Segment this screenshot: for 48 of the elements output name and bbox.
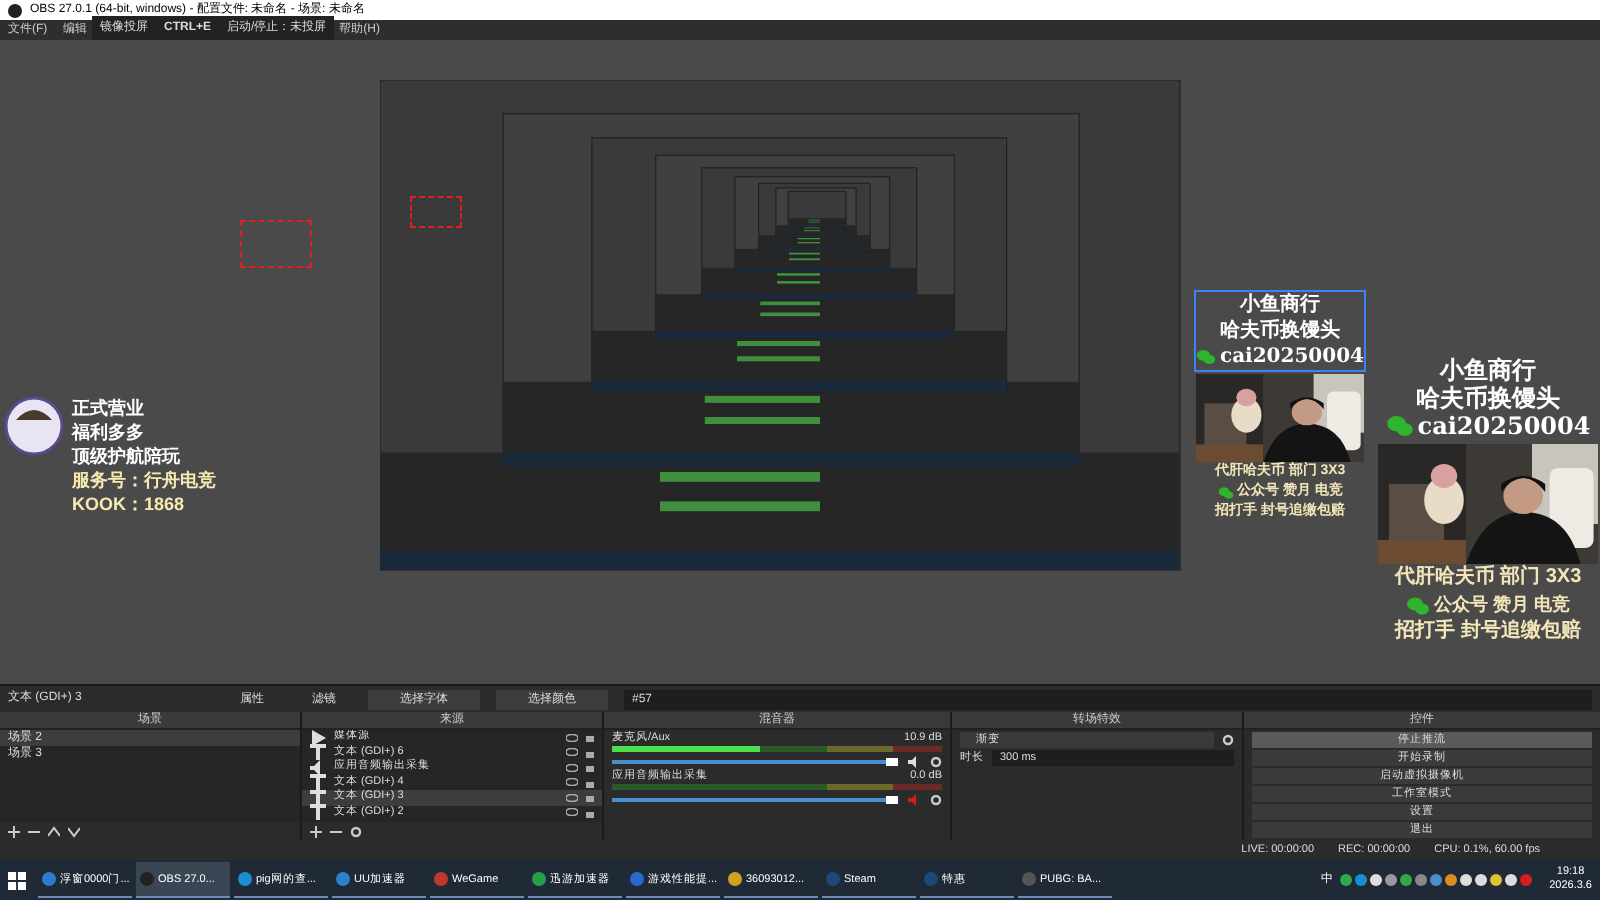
app-icon xyxy=(42,872,56,886)
logo-text: 福利多多 xyxy=(72,420,144,444)
overlay-text: 小鱼商行 xyxy=(1440,356,1536,384)
cartoon-avatar-icon xyxy=(4,396,64,456)
overlay-text: 哈夫币换馒头 xyxy=(1220,318,1340,344)
remove-icon[interactable] xyxy=(28,825,40,837)
add-icon[interactable] xyxy=(8,825,20,837)
speaker-icon[interactable] xyxy=(908,756,922,768)
down-icon[interactable] xyxy=(68,825,80,837)
logo-text: 顶级护航陪玩 xyxy=(72,444,180,468)
slider-thumb[interactable] xyxy=(885,758,898,766)
app-icon xyxy=(924,872,938,886)
settings-icon[interactable] xyxy=(930,794,942,806)
selection-frame xyxy=(240,220,312,268)
app-icon xyxy=(1022,872,1036,886)
overlay-text: 小鱼商行 xyxy=(1240,292,1320,318)
app-icon xyxy=(140,872,154,886)
windows-start-icon[interactable] xyxy=(8,871,26,889)
overlay-text: 哈夫币换馒头 xyxy=(1416,384,1560,412)
settings-icon[interactable] xyxy=(350,825,362,837)
logo-text: 服务号：行舟电竞 xyxy=(72,468,216,492)
logo-text: 正式营业 xyxy=(72,396,144,420)
up-icon[interactable] xyxy=(48,825,60,837)
overlay-text: 公众号 赞月 电竞 xyxy=(1433,592,1570,618)
app-icon xyxy=(728,872,742,886)
chat-bubbles-icon xyxy=(1385,414,1414,438)
app-icon xyxy=(630,872,644,886)
app-icon xyxy=(532,872,546,886)
overlay-text: 代肝哈夫币 部门 3X3 xyxy=(1394,564,1582,592)
chat-bubbles-icon xyxy=(1195,348,1216,366)
selection-frame xyxy=(410,196,462,228)
chat-bubbles-icon xyxy=(1405,595,1430,615)
app-icon xyxy=(238,872,252,886)
app-icon xyxy=(336,872,350,886)
settings-icon[interactable] xyxy=(1222,734,1234,746)
app-icon xyxy=(826,872,840,886)
muted-speaker-icon[interactable] xyxy=(908,794,922,806)
overlay-text: 招打手 封号追缴包赔 xyxy=(1395,618,1581,646)
overlay-text: cai20250004 xyxy=(1417,412,1591,440)
logo-text: KOOK：1868 xyxy=(72,492,185,516)
speaker-icon xyxy=(310,759,326,776)
overlay-text: cai20250004 xyxy=(1219,344,1365,370)
settings-icon[interactable] xyxy=(930,756,942,768)
slider-thumb[interactable] xyxy=(885,796,898,804)
app-icon xyxy=(434,872,448,886)
chat-bubbles-icon xyxy=(1217,485,1234,499)
add-icon[interactable] xyxy=(310,825,322,837)
remove-icon[interactable] xyxy=(330,825,342,837)
